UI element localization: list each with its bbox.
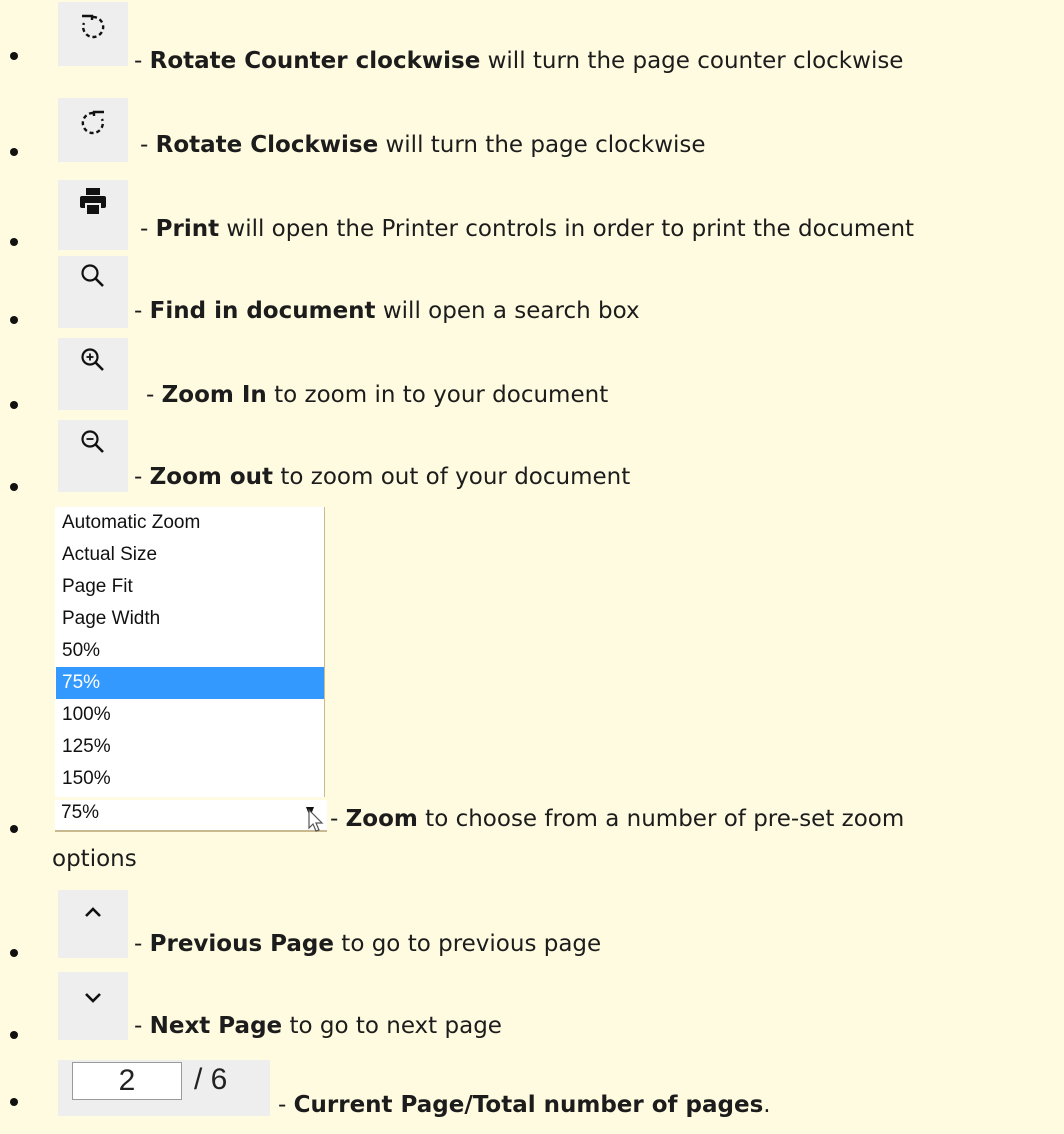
zoom-in-button[interactable]: [58, 338, 128, 410]
printer-icon: [77, 186, 109, 218]
page-total: / 6: [194, 1063, 228, 1096]
print-button[interactable]: [58, 180, 128, 250]
zoom-select[interactable]: 75%: [55, 800, 327, 832]
item-title: Zoom out: [149, 464, 274, 490]
previous-page-button[interactable]: [58, 890, 128, 958]
zoom-select-value: 75%: [61, 802, 100, 823]
bullet: [10, 52, 18, 60]
item-title: Current Page/Total number of pages: [293, 1092, 764, 1118]
chevron-down-icon: [83, 992, 103, 1004]
zoom-option[interactable]: Actual Size: [56, 539, 324, 571]
rotate-counterclockwise-icon: [79, 12, 107, 42]
bullet: [10, 238, 18, 246]
zoom-in-icon: [79, 346, 107, 374]
search-icon: [79, 262, 107, 290]
bullet: [10, 825, 18, 833]
item-title: Rotate Clockwise: [155, 132, 379, 158]
zoom-option[interactable]: Page Width: [56, 603, 324, 635]
item-title: Rotate Counter clockwise: [149, 48, 481, 74]
next-page-button[interactable]: [58, 972, 128, 1040]
find-button[interactable]: [58, 256, 128, 328]
item-title: Previous Page: [149, 931, 334, 957]
zoom-option[interactable]: 50%: [56, 635, 324, 667]
bullet: [10, 483, 18, 491]
zoom-dropdown-list[interactable]: Automatic Zoom Actual Size Page Fit Page…: [55, 507, 325, 797]
rotate-counterclockwise-button[interactable]: [58, 2, 128, 66]
rotate-clockwise-icon: [79, 108, 107, 138]
item-title: Print: [155, 216, 220, 242]
item-title: Zoom: [345, 806, 418, 832]
bullet: [10, 401, 18, 409]
item-title: Next Page: [149, 1013, 283, 1039]
chevron-up-icon: [83, 906, 103, 918]
bullet: [10, 1098, 18, 1106]
zoom-option-selected[interactable]: 75%: [56, 667, 324, 699]
zoom-option[interactable]: 125%: [56, 731, 324, 763]
zoom-option[interactable]: 100%: [56, 699, 324, 731]
zoom-out-icon: [79, 428, 107, 456]
item-title: Zoom In: [161, 382, 267, 408]
zoom-out-button[interactable]: [58, 420, 128, 492]
bullet: [10, 316, 18, 324]
bullet: [10, 148, 18, 156]
bullet: [10, 949, 18, 957]
zoom-option[interactable]: 150%: [56, 763, 324, 795]
bullet: [10, 1031, 18, 1039]
dropdown-arrow-icon[interactable]: [303, 804, 329, 838]
item-title: Find in document: [149, 298, 376, 324]
page-number-field[interactable]: 2: [72, 1062, 182, 1100]
rotate-clockwise-button[interactable]: [58, 98, 128, 162]
page-number-control: 2 / 6: [58, 1060, 270, 1116]
zoom-option[interactable]: Automatic Zoom: [56, 507, 324, 539]
zoom-option[interactable]: Page Fit: [56, 571, 324, 603]
